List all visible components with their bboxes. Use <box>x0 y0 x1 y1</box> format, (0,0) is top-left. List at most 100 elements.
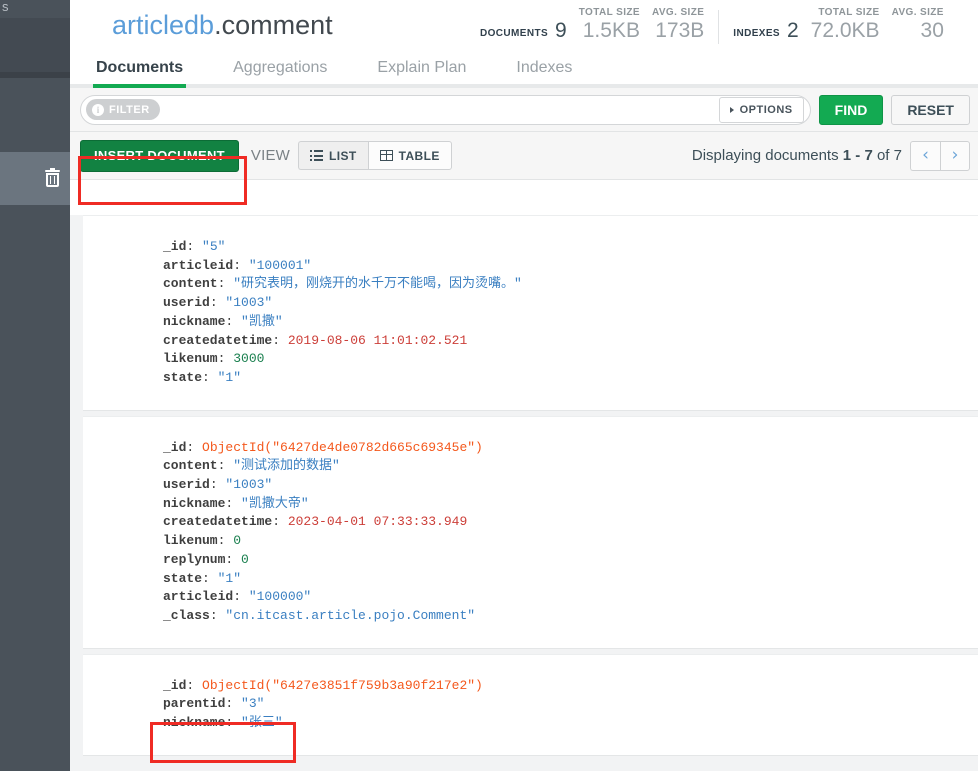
stat-documents-label: DOCUMENTS <box>480 28 549 39</box>
field-value: "100000" <box>248 589 312 605</box>
sidebar: s <box>0 0 70 771</box>
document-field[interactable]: _id: ObjectId("6427de4de0782d665c69345e"… <box>163 439 978 458</box>
filter-bar[interactable]: i FILTER OPTIONS <box>80 94 811 125</box>
documents-stat-group: DOCUMENTS 9 TOTAL SIZE 1.5KB AVG. SIZE 1… <box>480 0 704 48</box>
field-value: "凯撒" <box>241 313 283 329</box>
field-key: createdatetime <box>163 332 273 348</box>
tab-documents[interactable]: Documents <box>93 50 187 88</box>
filter-badge[interactable]: i FILTER <box>86 99 160 120</box>
tab-explain-plan-label: Explain Plan <box>377 59 467 76</box>
field-key: content <box>163 276 218 292</box>
next-page-button[interactable]: › <box>940 140 970 171</box>
reset-button[interactable]: RESET <box>891 94 970 125</box>
field-colon: : <box>272 514 288 530</box>
field-colon: : <box>186 239 203 254</box>
document-field[interactable]: articleid: "100001" <box>163 257 978 276</box>
document-list[interactable]: _id: "5" articleid: "100001" content: "研究表… <box>70 215 978 771</box>
field-colon: : <box>233 589 249 605</box>
field-value: "5" <box>202 239 226 254</box>
field-key: likenum <box>163 533 218 549</box>
sidebar-section-b[interactable] <box>0 78 70 152</box>
options-button-label: OPTIONS <box>739 103 793 116</box>
insert-document-button[interactable]: INSERT DOCUMENT <box>80 139 239 172</box>
tab-aggregations[interactable]: Aggregations <box>233 50 327 88</box>
sidebar-item-collection-active[interactable] <box>0 152 70 205</box>
document-field[interactable]: _class: "cn.itcast.article.pojo.Comment" <box>163 607 978 626</box>
document-card[interactable]: _id: ObjectId("6427de4de0782d665c69345e"… <box>83 415 978 649</box>
field-key: state <box>163 369 203 385</box>
field-value: "100001" <box>248 257 312 273</box>
document-field[interactable]: content: "研究表明，刚烧开的水千万不能喝，因为烫嘴。" <box>163 275 978 294</box>
document-field[interactable]: replynum: 0 <box>163 551 978 570</box>
field-key: userid <box>163 295 210 311</box>
field-colon: : <box>233 257 249 273</box>
document-field[interactable]: parentid: "3" <box>163 695 978 714</box>
previous-page-button[interactable]: ‹ <box>910 140 940 171</box>
view-list-button[interactable]: LIST <box>298 141 368 170</box>
document-field[interactable]: userid: "1003" <box>163 476 978 495</box>
field-value: 3000 <box>233 351 265 367</box>
list-icon <box>310 150 324 161</box>
document-card[interactable]: _id: "5" articleid: "100001" content: "研究表… <box>83 215 978 411</box>
document-field[interactable]: createdatetime: 2019-08-06 11:01:02.521 <box>163 332 978 351</box>
document-card[interactable]: _id: ObjectId("6427e3851f759b3a90f217e2"… <box>83 653 978 756</box>
stat-index-avg-size-label: AVG. SIZE <box>891 7 944 18</box>
find-button[interactable]: FIND <box>818 94 884 125</box>
view-toggle-group: LIST TABLE <box>298 141 452 170</box>
documents-toolbar: INSERT DOCUMENT VIEW LIST TABLE Displayi… <box>70 132 978 180</box>
document-field[interactable]: createdatetime: 2023-04-01 07:33:33.949 <box>163 513 978 532</box>
tab-bar: Documents Aggregations Explain Plan Inde… <box>70 50 978 88</box>
document-field[interactable]: state: "1" <box>163 369 978 388</box>
sidebar-section-a[interactable] <box>0 18 70 72</box>
stat-index-total-size: TOTAL SIZE 72.0KB <box>811 6 880 48</box>
document-field[interactable]: likenum: 0 <box>163 532 978 551</box>
field-value: "1003" <box>225 477 273 493</box>
field-colon: : <box>209 477 226 493</box>
field-key: _class <box>163 607 210 623</box>
tab-aggregations-label: Aggregations <box>233 59 328 76</box>
stat-indexes-label: INDEXES <box>733 28 780 39</box>
title-separator: . <box>214 10 222 40</box>
find-button-label: FIND <box>834 101 868 118</box>
document-field[interactable]: nickname: "凯撒" <box>163 313 978 332</box>
field-key: nickname <box>163 313 226 329</box>
collection-stats: DOCUMENTS 9 TOTAL SIZE 1.5KB AVG. SIZE 1… <box>480 0 944 48</box>
filter-input[interactable] <box>159 96 719 123</box>
document-field[interactable]: state: "1" <box>163 570 978 589</box>
field-key: articleid <box>163 257 234 273</box>
field-colon: : <box>225 715 242 731</box>
field-key: _id <box>163 439 187 455</box>
stat-documents: DOCUMENTS 9 <box>480 19 567 48</box>
document-field[interactable]: articleid: "100000" <box>163 588 978 607</box>
document-field[interactable]: nickname: "张三" <box>163 714 978 733</box>
stats-divider <box>718 10 720 44</box>
table-icon <box>379 150 393 161</box>
document-field[interactable]: _id: ObjectId("6427e3851f759b3a90f217e2"… <box>163 677 978 696</box>
info-icon: i <box>92 103 104 116</box>
document-fields: _id: ObjectId("6427de4de0782d665c69345e"… <box>83 439 978 626</box>
filter-toolbar: i FILTER OPTIONS FIND RESET <box>70 88 978 132</box>
sidebar-section-c[interactable] <box>0 205 70 771</box>
trash-icon[interactable] <box>45 168 60 187</box>
stat-index-total-size-value: 72.0KB <box>810 19 880 42</box>
options-button[interactable]: OPTIONS <box>718 96 804 123</box>
chevron-right-icon <box>729 106 734 113</box>
field-value: "张三" <box>241 715 283 731</box>
collection-header: articledb.comment DOCUMENTS 9 TOTAL SIZE… <box>70 0 978 50</box>
stat-index-avg-size: AVG. SIZE 30 <box>892 6 944 48</box>
document-field[interactable]: nickname: "凯撒大帝" <box>163 495 978 514</box>
chevron-right-icon: › <box>951 145 959 165</box>
field-key: userid <box>163 477 210 493</box>
document-field[interactable]: content: "测试添加的数据" <box>163 457 978 476</box>
tab-explain-plan[interactable]: Explain Plan <box>377 50 466 88</box>
stat-indexes: INDEXES 2 <box>733 19 798 48</box>
document-field[interactable]: likenum: 3000 <box>163 350 978 369</box>
tab-indexes[interactable]: Indexes <box>516 50 572 88</box>
document-field[interactable]: userid: "1003" <box>163 294 978 313</box>
insert-document-label: INSERT DOCUMENT <box>94 148 225 163</box>
field-key: nickname <box>163 715 226 731</box>
document-field[interactable]: _id: "5" <box>163 238 978 257</box>
pagination-prefix: Displaying documents <box>691 147 839 164</box>
view-table-button[interactable]: TABLE <box>367 141 452 170</box>
field-colon: : <box>225 495 242 511</box>
